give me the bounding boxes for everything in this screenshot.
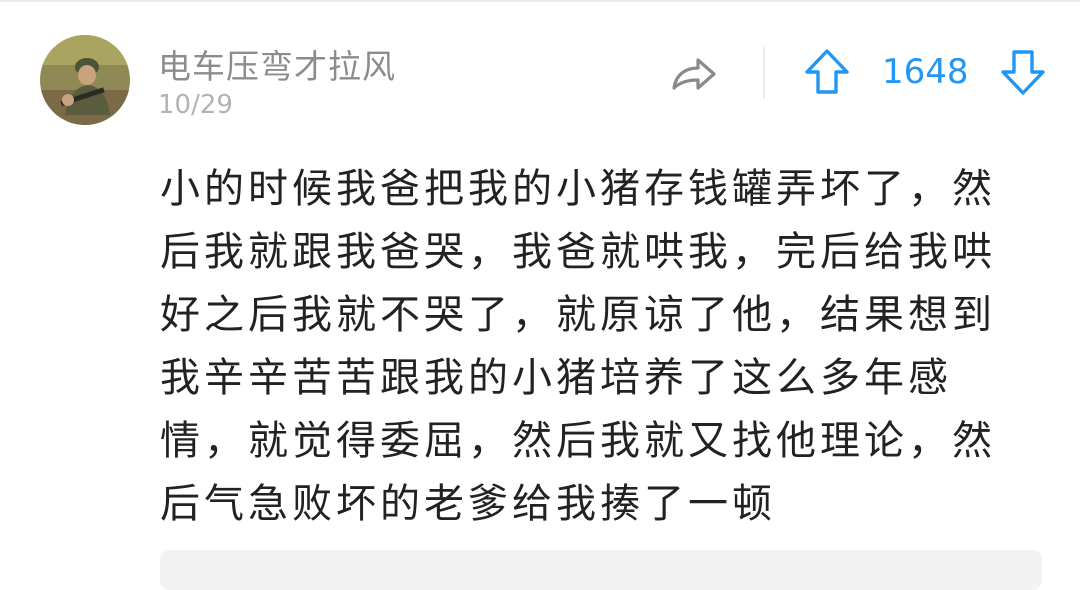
reply-preview-box[interactable]	[160, 550, 1042, 590]
downvote-arrow-icon[interactable]	[1000, 48, 1046, 96]
upvote-arrow-icon[interactable]	[804, 48, 850, 96]
avatar[interactable]	[40, 35, 130, 125]
comment-date: 10/29	[158, 90, 233, 120]
vote-count: 1648	[882, 52, 969, 92]
action-divider	[763, 47, 765, 99]
comment-body: 小的时候我爸把我的小猪存钱罐弄坏了，然后我就跟我爸哭，我爸就哄我，完后给我哄好之…	[160, 166, 996, 527]
top-divider	[0, 0, 1080, 2]
username[interactable]: 电车压弯才拉风	[158, 40, 396, 88]
share-icon[interactable]	[670, 52, 718, 96]
